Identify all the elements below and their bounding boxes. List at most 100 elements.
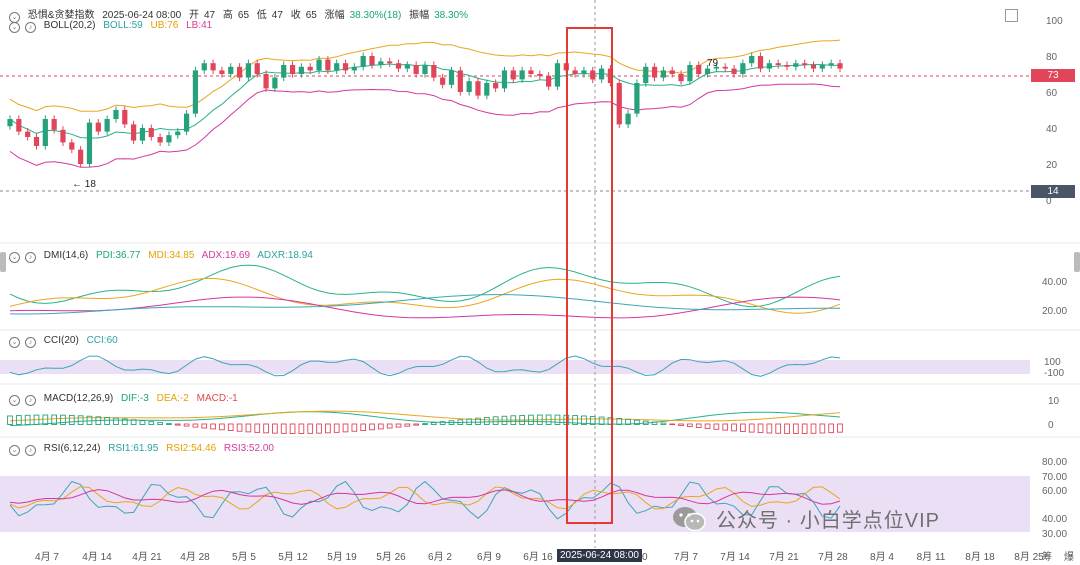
chart-canvas[interactable]: 10080604020040.0020.00100-10010080.0070.… bbox=[0, 0, 1080, 565]
watermark-text: 公众号 · 小白学点位VIP bbox=[716, 510, 941, 532]
candle-body bbox=[236, 66, 243, 78]
candle-body bbox=[775, 63, 781, 65]
rsi-legend: ⌄ ♪ RSI(6,12,24) RSI1:61.95 RSI2:54.46 RS… bbox=[9, 443, 279, 456]
candle-body bbox=[837, 63, 843, 69]
left-collapse-handle[interactable] bbox=[0, 252, 6, 272]
macd-histogram-bar bbox=[695, 423, 702, 428]
candle-body bbox=[440, 77, 446, 85]
candle-body bbox=[33, 137, 40, 146]
dmi-adxr: ADXR:18.94 bbox=[257, 250, 313, 261]
candle-body bbox=[342, 63, 349, 71]
candle-body bbox=[131, 124, 137, 141]
current-price-tag: 73 bbox=[1031, 69, 1075, 82]
macd-histogram-bar bbox=[7, 415, 13, 425]
chevron-down-icon[interactable]: ⌄ bbox=[9, 252, 20, 263]
rsi-1: RSI1:61.95 bbox=[108, 443, 159, 454]
macd-histogram-bar bbox=[731, 423, 737, 432]
candle-body bbox=[228, 66, 234, 74]
main-y-tick-label: 20 bbox=[1046, 160, 1058, 171]
rsi-2: RSI2:54.46 bbox=[166, 443, 217, 454]
candle-body bbox=[457, 70, 463, 92]
candle-body bbox=[528, 70, 534, 74]
macd-dif: DIF:-3 bbox=[121, 393, 149, 404]
cci-y-tick-label: 100 bbox=[1044, 357, 1061, 368]
candle-body bbox=[254, 63, 260, 74]
candle-body bbox=[651, 66, 658, 78]
candle-body bbox=[166, 135, 172, 143]
x-extra-label: 筹 bbox=[1042, 550, 1052, 563]
candle-body bbox=[42, 119, 48, 146]
candle-body bbox=[122, 110, 128, 125]
chevron-down-icon[interactable]: ⌄ bbox=[9, 445, 20, 456]
macd-histogram-bar bbox=[174, 423, 181, 426]
candle-body bbox=[793, 63, 799, 67]
macd-histogram-bar bbox=[492, 416, 499, 425]
candle-body bbox=[466, 81, 472, 92]
candle-body bbox=[351, 66, 357, 71]
macd-histogram-bar bbox=[704, 423, 711, 429]
candle-body bbox=[704, 68, 711, 74]
candle-body bbox=[183, 113, 190, 132]
macd-histogram-bar bbox=[404, 423, 411, 427]
dmi-pdi-line bbox=[9, 264, 841, 308]
candle-body bbox=[696, 65, 702, 74]
cci-legend: ⌄ ♪ CCI(20) CCI:60 bbox=[9, 335, 123, 348]
macd-histogram-bar bbox=[157, 422, 163, 425]
candle-body bbox=[484, 83, 490, 96]
main-y-tick-label: 80 bbox=[1046, 52, 1058, 63]
candle-body bbox=[245, 63, 252, 78]
amplitude-value: 38.30% bbox=[434, 10, 469, 21]
fullscreen-icon[interactable] bbox=[1005, 9, 1018, 22]
chevron-down-icon[interactable]: ⌄ bbox=[9, 337, 20, 348]
boll-legend: ⌄ ♪ BOLL(20,2) BOLL:59 UB:76 LB:41 bbox=[9, 20, 217, 33]
dmi-name: DMI(14,6) bbox=[43, 250, 89, 261]
candle-body bbox=[643, 66, 649, 83]
candle-body bbox=[404, 65, 410, 69]
macd-histogram-bar bbox=[740, 423, 746, 432]
x-tick-label: 6月 16 bbox=[523, 551, 553, 563]
macd-histogram-bar bbox=[651, 421, 658, 425]
chevron-down-icon[interactable]: ⌄ bbox=[9, 22, 20, 33]
candle-body bbox=[766, 63, 772, 69]
candle-body bbox=[272, 77, 278, 89]
candle-body bbox=[819, 65, 825, 69]
cci-name: CCI(20) bbox=[43, 335, 79, 346]
low-mark-label: ← 18 bbox=[72, 179, 96, 190]
cci-value: CCI:60 bbox=[86, 335, 118, 346]
macd-histogram-bar bbox=[748, 423, 755, 433]
candle-body bbox=[289, 65, 296, 74]
macd-legend: ⌄ ♪ MACD(12,26,9) DIF:-3 DEA:-2 MACD:-1 bbox=[9, 393, 243, 406]
right-collapse-handle[interactable] bbox=[1074, 252, 1080, 272]
x-tick-label: 7月 7 bbox=[674, 551, 698, 563]
chevron-down-icon[interactable]: ⌄ bbox=[9, 395, 20, 406]
candle-body bbox=[157, 137, 163, 143]
macd-histogram-bar bbox=[325, 423, 331, 434]
macd-histogram-bar bbox=[784, 423, 790, 434]
x-tick-label: 4月 7 bbox=[35, 551, 59, 563]
macd-histogram-bar bbox=[307, 423, 314, 434]
macd-histogram-bar bbox=[210, 423, 216, 430]
candle-body bbox=[69, 142, 75, 150]
bell-icon[interactable]: ♪ bbox=[25, 337, 36, 348]
x-tick-label: 6月 9 bbox=[477, 551, 501, 563]
macd-histogram-bar bbox=[430, 422, 437, 425]
boll-mid: BOLL:59 bbox=[103, 20, 143, 31]
candle-body bbox=[598, 68, 605, 80]
macd-histogram-bar bbox=[104, 416, 110, 425]
macd-histogram-bar bbox=[183, 423, 190, 427]
x-tick-label: 4月 14 bbox=[82, 551, 112, 563]
candle-body bbox=[475, 81, 481, 96]
bell-icon[interactable]: ♪ bbox=[25, 252, 36, 263]
macd-histogram-bar bbox=[669, 423, 676, 426]
macd-histogram-bar bbox=[342, 423, 349, 433]
dmi-pdi: PDI:36.77 bbox=[96, 250, 141, 261]
candle-body bbox=[192, 70, 199, 114]
bell-icon[interactable]: ♪ bbox=[25, 22, 36, 33]
rsi-y-tick-label: 60.00 bbox=[1042, 486, 1067, 497]
candle-body bbox=[784, 65, 790, 67]
candle-body bbox=[669, 70, 675, 74]
macd-histogram-bar bbox=[422, 423, 428, 425]
bell-icon[interactable]: ♪ bbox=[25, 395, 36, 406]
bell-icon[interactable]: ♪ bbox=[25, 445, 36, 456]
main-y-tick-label: 40 bbox=[1046, 124, 1058, 135]
